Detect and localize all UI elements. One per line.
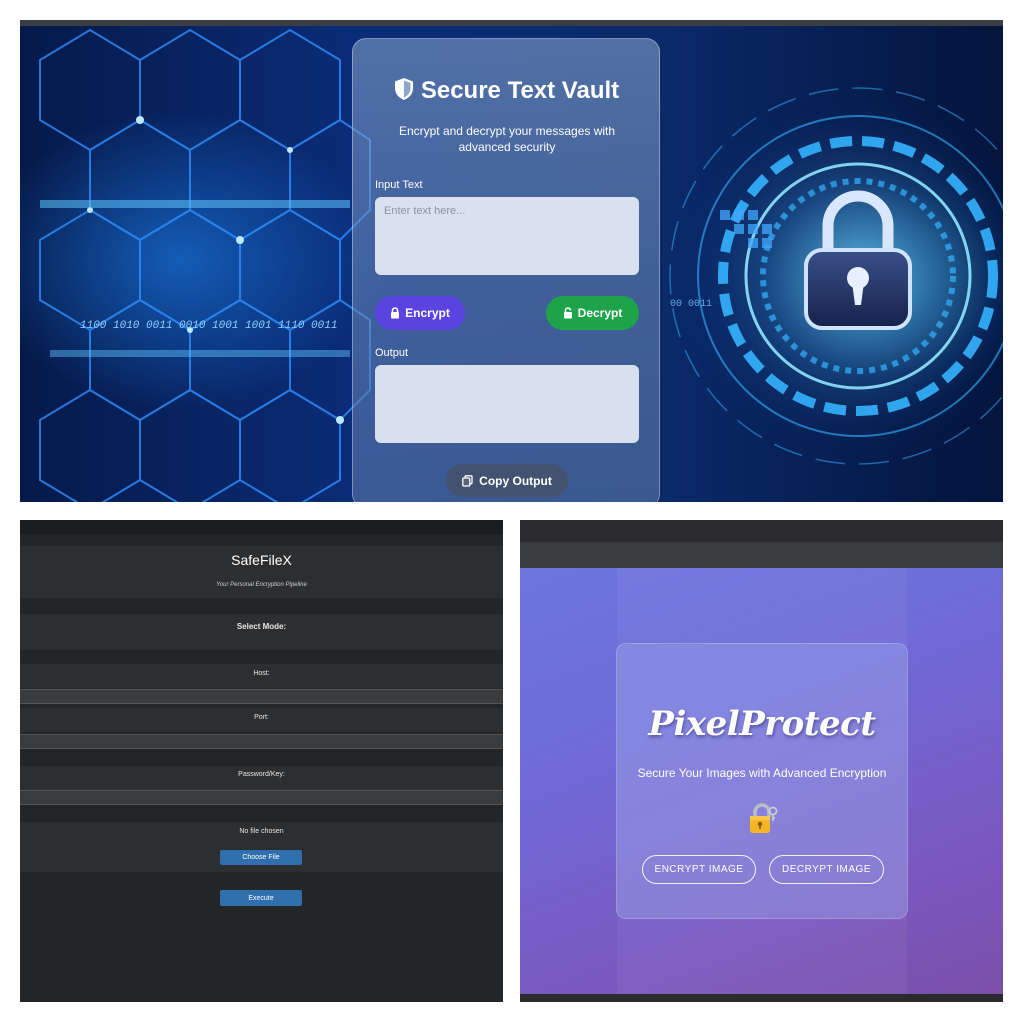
- browser-toolbar: [520, 542, 1003, 568]
- output-label: Output: [375, 347, 409, 359]
- file-status: No file chosen: [239, 828, 284, 835]
- lock-key-icon: [750, 803, 778, 833]
- shield-icon: [393, 77, 415, 108]
- input-textarea[interactable]: [375, 197, 639, 275]
- pixelprotect-panel: PixelProtect Secure Your Images with Adv…: [520, 520, 1003, 1002]
- binary-stream-text: 1100 1010 0011 0010 1001 1001 1110 0011: [80, 320, 337, 332]
- safefilex-panel: SafeFileX Your Personal Encryption Pipel…: [20, 520, 503, 1002]
- copy-output-button[interactable]: Copy Output: [446, 464, 568, 497]
- mode-block: [20, 614, 503, 650]
- app-tagline: Your Personal Encryption Pipeline: [216, 582, 307, 588]
- encrypt-button[interactable]: Encrypt: [375, 296, 465, 330]
- vault-card: Secure Text Vault Encrypt and decrypt yo…: [352, 38, 660, 502]
- window-bottom-bar: [520, 994, 1003, 1002]
- execute-button[interactable]: Execute: [220, 890, 302, 906]
- password-block: [20, 766, 503, 790]
- window-top-bar: [20, 520, 503, 534]
- window-top-bar: [520, 520, 1003, 542]
- window-top-bar: [20, 20, 1003, 26]
- app-subtitle: Secure Your Images with Advanced Encrypt…: [637, 766, 887, 780]
- password-label: Password/Key:: [238, 771, 285, 778]
- binary-stream-text-right: 00 0011: [670, 299, 712, 310]
- lock-icon: [391, 307, 400, 319]
- password-input[interactable]: [20, 790, 503, 805]
- decrypt-label: Decrypt: [577, 306, 623, 320]
- copy-icon: [462, 474, 473, 487]
- choose-file-button[interactable]: Choose File: [220, 850, 302, 865]
- output-textarea[interactable]: [375, 365, 639, 443]
- collage: 1100 1010 0011 0010 1001 1001 1110 0011 …: [0, 0, 1024, 1024]
- app-title: PixelProtect: [648, 704, 876, 744]
- port-input[interactable]: [20, 734, 503, 749]
- input-text-label: Input Text: [375, 179, 423, 191]
- encrypt-image-button[interactable]: ENCRYPT IMAGE: [642, 855, 756, 884]
- secure-text-vault-panel: 1100 1010 0011 0010 1001 1001 1110 0011 …: [20, 20, 1003, 502]
- pixelprotect-card: PixelProtect Secure Your Images with Adv…: [616, 643, 908, 919]
- app-title: SafeFileX: [231, 552, 292, 568]
- host-input[interactable]: [20, 689, 503, 704]
- vault-subtitle: Encrypt and decrypt your messages with a…: [398, 124, 616, 154]
- encrypt-label: Encrypt: [405, 306, 450, 320]
- decrypt-button[interactable]: Decrypt: [546, 296, 639, 330]
- decrypt-image-button[interactable]: DECRYPT IMAGE: [769, 855, 884, 884]
- copy-output-label: Copy Output: [479, 473, 552, 488]
- select-mode-label: Select Mode:: [236, 622, 287, 631]
- vault-title: Secure Text Vault: [420, 77, 620, 104]
- port-label: Port:: [254, 714, 269, 721]
- host-label: Host:: [253, 670, 270, 677]
- vault-title-row: Secure Text Vault: [353, 77, 659, 108]
- unlock-icon: [563, 307, 572, 319]
